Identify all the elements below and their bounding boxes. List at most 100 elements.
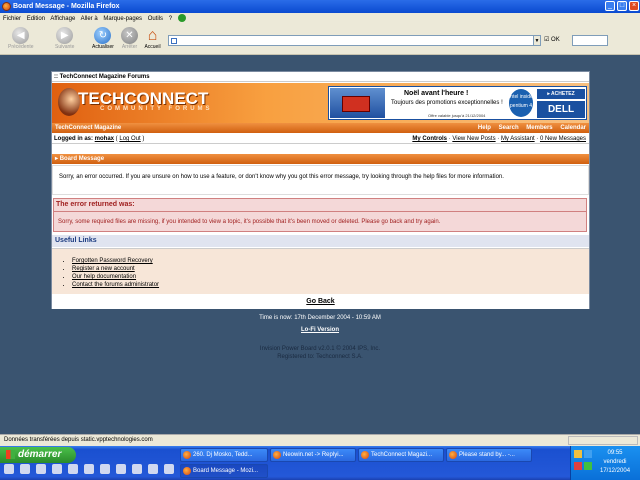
- quicklaunch-icon-2[interactable]: [20, 464, 30, 474]
- registered-to: Registered to: Techconnect S.A.: [277, 354, 363, 360]
- maximize-button[interactable]: □: [617, 1, 627, 11]
- quicklaunch-icon-7[interactable]: [100, 464, 110, 474]
- menu-edit[interactable]: Edition: [27, 16, 45, 22]
- forward-button[interactable]: ▶ Suivante: [55, 27, 74, 50]
- tray-icon-2[interactable]: [584, 450, 592, 458]
- copyright: Invision Power Board v2.0.1 © 2004 IPS, …: [259, 346, 381, 352]
- menu-go[interactable]: Aller à: [81, 16, 98, 22]
- forward-arrow-icon: ▶: [56, 27, 74, 44]
- go-icon[interactable]: [177, 14, 186, 23]
- view-new-posts-link[interactable]: View New Posts: [452, 136, 495, 142]
- lofi-version-link[interactable]: Lo-Fi Version: [0, 327, 640, 333]
- status-bar: Données transférées depuis static.vpptec…: [0, 434, 640, 446]
- menu-bookmarks[interactable]: Marque-pages: [103, 16, 142, 22]
- tray-icon-1[interactable]: [574, 450, 582, 458]
- laptop-icon: [342, 96, 370, 112]
- contact-admin-link[interactable]: Contact the forums administrator: [72, 281, 589, 289]
- board-message-header: ▸ Board Message: [52, 154, 589, 164]
- site-name[interactable]: TechConnect Magazine: [55, 123, 121, 133]
- tray-icon-3[interactable]: [574, 462, 582, 470]
- reload-icon: ↻: [94, 27, 112, 44]
- ok-label: OK: [551, 37, 560, 43]
- quicklaunch-icon-1[interactable]: [4, 464, 14, 474]
- stop-label: Arrêter: [121, 44, 138, 50]
- new-messages-link[interactable]: 0 New Messages: [540, 136, 586, 142]
- clock-day: vendredi: [603, 459, 627, 465]
- intel-logo: intel inside pentium 4: [509, 89, 533, 117]
- board-message-body: Sorry, an error occurred. If you are uns…: [52, 165, 589, 195]
- menu-view[interactable]: Affichage: [50, 16, 75, 22]
- logged-in-label: Logged in as:: [54, 136, 93, 142]
- quicklaunch-icon-10[interactable]: [148, 464, 158, 474]
- current-time: Time is now: 17th December 2004 - 10:59 …: [259, 315, 381, 321]
- back-label: Précédente: [8, 44, 34, 50]
- stop-button[interactable]: ✕ Arrêter: [121, 27, 138, 50]
- window-title: Board Message - Mozilla Firefox: [13, 3, 120, 10]
- taskbar-item[interactable]: 260. Dj Mosko, Tedd...: [180, 448, 268, 462]
- url-input[interactable]: [168, 35, 540, 46]
- username-link[interactable]: mohax: [95, 136, 114, 142]
- page-icon: [171, 38, 177, 44]
- taskbar-item[interactable]: TechConnect Magazi...: [358, 448, 444, 462]
- clock-time: 09:55: [607, 450, 623, 456]
- logout-link[interactable]: Log Out: [119, 136, 140, 142]
- reload-button[interactable]: ↻ Actualiser: [92, 27, 114, 50]
- go-ok-button[interactable]: ☑ OK: [544, 35, 560, 46]
- my-assistant-link[interactable]: My Assistant: [501, 136, 535, 142]
- search-link[interactable]: Search: [499, 125, 519, 131]
- error-divider: [54, 211, 586, 212]
- error-text: Sorry, some required files are missing, …: [58, 219, 441, 225]
- quicklaunch-icon-5[interactable]: [68, 464, 78, 474]
- back-arrow-icon: ◀: [12, 27, 30, 44]
- taskbar-item[interactable]: Please stand by... -...: [446, 448, 532, 462]
- home-button[interactable]: ⌂ Accueil: [144, 27, 161, 50]
- quicklaunch-icon-3[interactable]: [36, 464, 46, 474]
- menu-tools[interactable]: Outils: [148, 16, 163, 22]
- back-button[interactable]: ◀ Précédente: [8, 27, 34, 50]
- clock-date: 17/12/2004: [600, 468, 631, 474]
- board-message-title: Board Message: [59, 156, 105, 162]
- forward-label: Suivante: [55, 44, 75, 50]
- go-back-link[interactable]: Go Back: [52, 295, 589, 309]
- members-link[interactable]: Members: [526, 125, 552, 131]
- help-documentation-link[interactable]: Our help documentation: [72, 273, 589, 281]
- ad-title: Noël avant l'heure !: [404, 90, 469, 97]
- minimize-button[interactable]: _: [605, 1, 615, 11]
- taskbar-item-active[interactable]: Board Message - Mozi...: [180, 464, 268, 478]
- start-label: démarrer: [18, 449, 62, 460]
- firefox-icon: [2, 2, 11, 11]
- menu-file[interactable]: Fichier: [3, 16, 21, 22]
- window-title-bar: Board Message - Mozilla Firefox: [0, 0, 640, 13]
- useful-links-header: Useful Links: [52, 235, 589, 247]
- buy-button[interactable]: ▸ ACHETEZ: [537, 89, 585, 99]
- quicklaunch-icon-4[interactable]: [52, 464, 62, 474]
- dell-logo: DELL: [537, 101, 585, 118]
- close-button[interactable]: ×: [629, 1, 639, 11]
- breadcrumb: :: TechConnect Magazine Forums: [52, 72, 589, 82]
- quicklaunch-icon-11[interactable]: [164, 464, 174, 474]
- start-button[interactable]: démarrer: [0, 447, 76, 463]
- home-icon: ⌂: [147, 27, 158, 44]
- password-recovery-link[interactable]: Forgotten Password Recovery: [72, 257, 589, 265]
- logo-subtitle: COMMUNITY FORUMS: [100, 106, 213, 112]
- url-dropdown-button[interactable]: ▼: [533, 35, 541, 46]
- menu-help[interactable]: ?: [169, 16, 172, 22]
- quicklaunch-icon-8[interactable]: [116, 464, 126, 474]
- tray-icon-4[interactable]: [584, 462, 592, 470]
- register-link[interactable]: Register a new account: [72, 265, 589, 273]
- reload-label: Actualiser: [92, 44, 114, 50]
- home-label: Accueil: [144, 44, 161, 50]
- help-link[interactable]: Help: [478, 125, 491, 131]
- calendar-link[interactable]: Calendar: [560, 125, 586, 131]
- taskbar-item[interactable]: Neowin.net -> Replyi...: [270, 448, 356, 462]
- quicklaunch-icon-6[interactable]: [84, 464, 94, 474]
- clock[interactable]: 09:55 vendredi 17/12/2004: [600, 449, 630, 476]
- user-bar: Logged in as: mohax ( Log Out ) My Contr…: [52, 134, 589, 144]
- quicklaunch-icon-9[interactable]: [132, 464, 142, 474]
- my-controls-link[interactable]: My Controls: [412, 136, 447, 142]
- ad-text: Toujours des promotions exceptionnelles …: [391, 100, 503, 106]
- stop-icon: ✕: [121, 27, 138, 44]
- ad-note: Offre valable jusqu'à 21/12/2004: [428, 113, 486, 118]
- status-panel: [568, 436, 638, 445]
- search-input[interactable]: [572, 35, 608, 46]
